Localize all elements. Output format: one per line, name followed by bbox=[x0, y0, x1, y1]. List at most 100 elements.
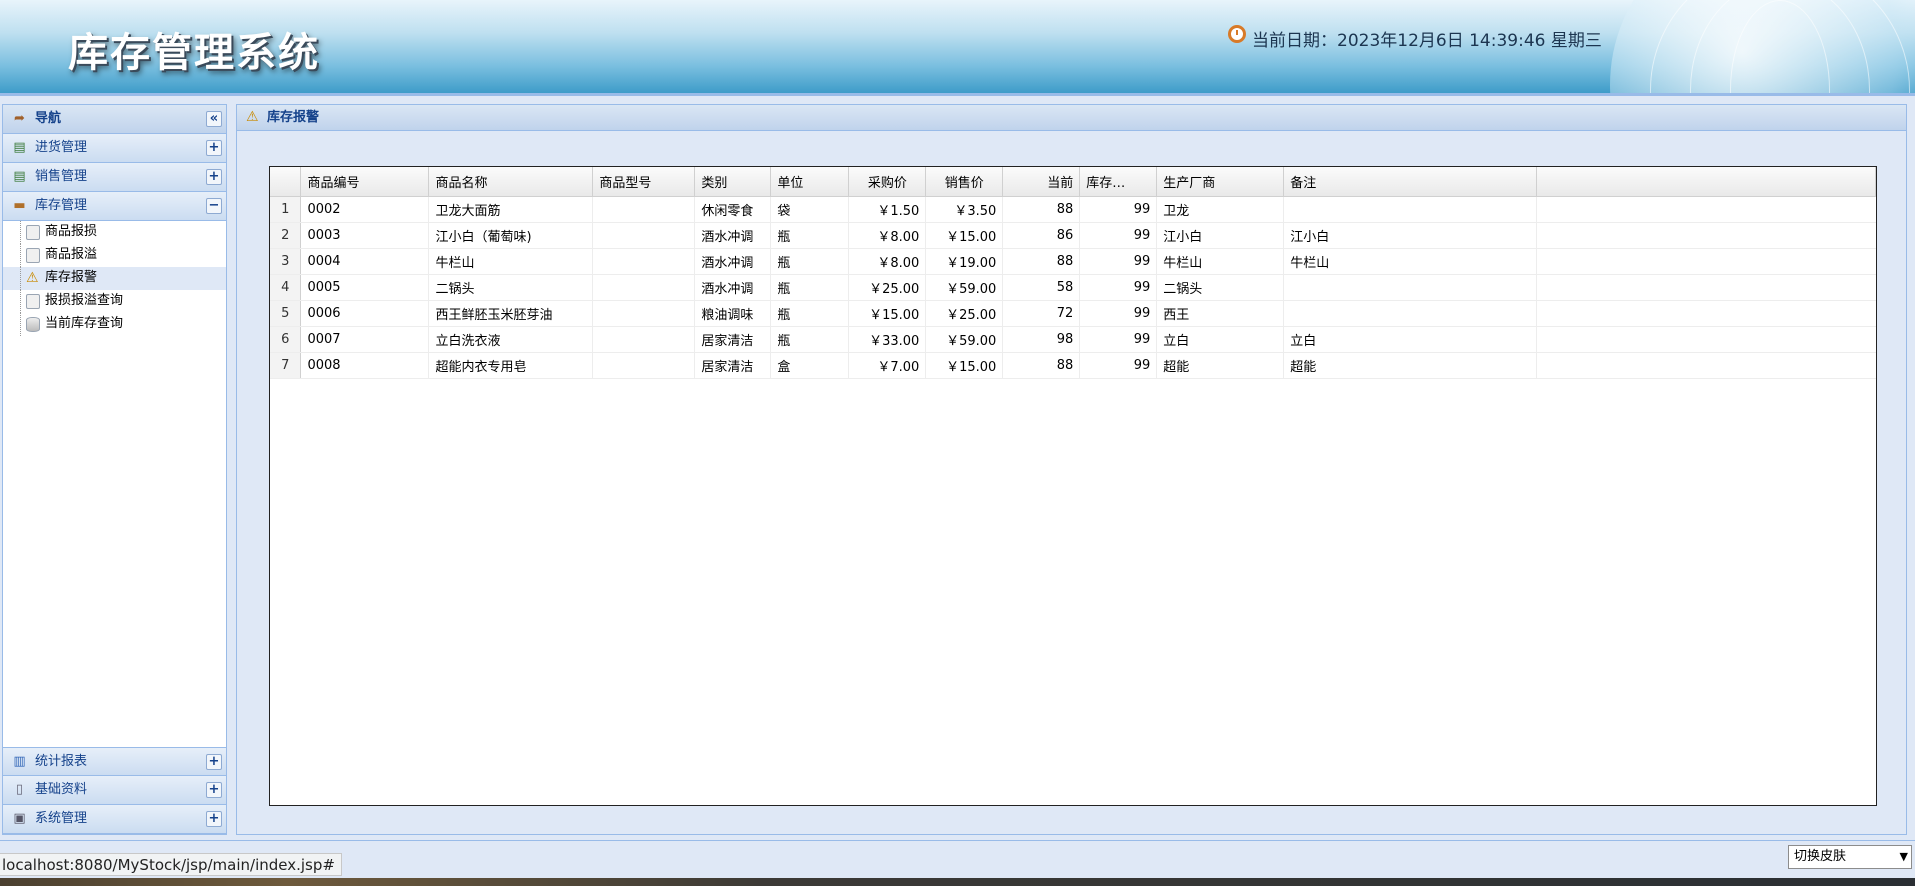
cell-name: 立白洗衣液 bbox=[428, 326, 594, 353]
skin-select-value: 切换皮肤 bbox=[1794, 849, 1847, 864]
cell-code: 0007 bbox=[300, 326, 430, 353]
column-header[interactable]: 备注 bbox=[1283, 167, 1538, 197]
cell-stock: 88 bbox=[1002, 248, 1081, 275]
cell-limit: 99 bbox=[1079, 300, 1158, 327]
section-purchase[interactable]: ▤ 进货管理 + bbox=[3, 134, 226, 163]
cell-name: 卫龙大面筋 bbox=[428, 196, 594, 223]
cell-maker: 牛栏山 bbox=[1156, 248, 1285, 275]
cell-cost: ￥25.00 bbox=[848, 274, 927, 301]
skin-select[interactable]: 切换皮肤 ▼ bbox=[1788, 845, 1912, 869]
tree-item-label: 库存报警 bbox=[45, 270, 98, 285]
cell-name: 超能内衣专用皂 bbox=[428, 352, 594, 379]
cell-cost: ￥7.00 bbox=[848, 352, 927, 379]
cell-category: 休闲零食 bbox=[694, 196, 772, 223]
cell-price: ￥15.00 bbox=[925, 352, 1004, 379]
cell-limit: 99 bbox=[1079, 274, 1158, 301]
section-label: 销售管理 bbox=[35, 169, 88, 184]
cell-category: 酒水冲调 bbox=[694, 274, 772, 301]
section-sales[interactable]: ▤ 销售管理 + bbox=[3, 163, 226, 192]
cell-code: 0003 bbox=[300, 222, 430, 249]
warning-icon: ⚠ bbox=[26, 270, 39, 286]
section-label: 进货管理 bbox=[35, 140, 88, 155]
cell-model bbox=[592, 274, 696, 301]
column-header[interactable]: 库存… bbox=[1079, 167, 1158, 197]
cell-cost: ￥8.00 bbox=[848, 248, 927, 275]
tree-item-current-stock[interactable]: 当前库存查询 bbox=[3, 313, 226, 336]
section-system[interactable]: ▣ 系统管理 + bbox=[3, 805, 226, 834]
tree-item-label: 报损报溢查询 bbox=[45, 293, 124, 308]
row-number: 2 bbox=[270, 222, 302, 249]
cell-unit: 瓶 bbox=[770, 326, 850, 353]
row-number: 4 bbox=[270, 274, 302, 301]
cell-unit: 瓶 bbox=[770, 274, 850, 301]
table-body: 1 0002 卫龙大面筋 休闲零食袋 ￥1.50 ￥3.50 88 99 卫龙 2 0003 江小白（… bbox=[270, 196, 1876, 379]
expand-button[interactable]: + bbox=[206, 140, 222, 156]
table-header-row: 商品编号 商品名称 商品型号 类别 单位 采购价 销售价 当前 库存… 生产厂商… bbox=[270, 167, 1876, 197]
column-header[interactable]: 生产厂商 bbox=[1156, 167, 1285, 197]
section-base-data[interactable]: ▯ 基础资料 + bbox=[3, 776, 226, 805]
column-header[interactable]: 销售价 bbox=[925, 167, 1004, 197]
warning-icon: ⚠ bbox=[246, 109, 259, 125]
column-header[interactable]: 当前 bbox=[1002, 167, 1081, 197]
os-taskbar bbox=[0, 878, 1915, 886]
column-header[interactable]: 商品型号 bbox=[592, 167, 696, 197]
cell-model bbox=[592, 222, 696, 249]
column-header-filler bbox=[1536, 167, 1876, 197]
document-search-icon bbox=[26, 294, 40, 309]
nav-header: ➦ 导航 « bbox=[3, 105, 226, 134]
collapse-sidebar-button[interactable]: « bbox=[206, 111, 222, 127]
computer-icon: ▣ bbox=[13, 811, 26, 826]
tree-item-overflow-report[interactable]: 商品报溢 bbox=[3, 244, 226, 267]
cell-maker: 卫龙 bbox=[1156, 196, 1285, 223]
column-header[interactable]: 类别 bbox=[694, 167, 772, 197]
row-number-header bbox=[270, 167, 302, 197]
table-row[interactable]: 6 0007 立白洗衣液 居家清洁瓶 ￥33.00 ￥59.00 98 99 立白 立白 bbox=[270, 326, 1876, 353]
expand-button[interactable]: + bbox=[206, 754, 222, 770]
cell-stock: 88 bbox=[1002, 352, 1081, 379]
table-row[interactable]: 4 0005 二锅头 酒水冲调瓶 ￥25.00 ￥59.00 58 99 二锅头 bbox=[270, 274, 1876, 301]
section-inventory[interactable]: ▬ 库存管理 − bbox=[3, 192, 226, 221]
cell-maker: 江小白 bbox=[1156, 222, 1285, 249]
section-reports[interactable]: ▥ 统计报表 + bbox=[3, 747, 226, 776]
cell-code: 0004 bbox=[300, 248, 430, 275]
column-header[interactable]: 商品名称 bbox=[428, 167, 594, 197]
tree-item-report-query[interactable]: 报损报溢查询 bbox=[3, 290, 226, 313]
collapse-button[interactable]: − bbox=[206, 198, 222, 214]
browser-status-url: localhost:8080/MyStock/jsp/main/index.js… bbox=[0, 853, 342, 876]
stock-alarm-table: 商品编号 商品名称 商品型号 类别 单位 采购价 销售价 当前 库存… 生产厂商… bbox=[270, 167, 1876, 379]
tree-item-stock-alarm[interactable]: ⚠ 库存报警 bbox=[3, 267, 226, 290]
sidebar-bottom-sections: ▥ 统计报表 + ▯ 基础资料 + ▣ 系统管理 + bbox=[3, 747, 226, 834]
table-row[interactable]: 7 0008 超能内衣专用皂 居家清洁盒 ￥7.00 ￥15.00 88 99 超能 超能 bbox=[270, 352, 1876, 379]
expand-button[interactable]: + bbox=[206, 811, 222, 827]
column-header[interactable]: 商品编号 bbox=[300, 167, 430, 197]
expand-button[interactable]: + bbox=[206, 782, 222, 798]
cell-model bbox=[592, 300, 696, 327]
row-number: 3 bbox=[270, 248, 302, 275]
app-title: 库存管理系统 bbox=[68, 29, 320, 76]
section-label: 统计报表 bbox=[35, 754, 88, 769]
folder-icon: ▬ bbox=[13, 198, 26, 213]
cell-price: ￥25.00 bbox=[925, 300, 1004, 327]
column-header[interactable]: 单位 bbox=[770, 167, 850, 197]
cell-maker: 立白 bbox=[1156, 326, 1285, 353]
cell-stock: 88 bbox=[1002, 196, 1081, 223]
row-number: 6 bbox=[270, 326, 302, 353]
column-header[interactable]: 采购价 bbox=[848, 167, 927, 197]
navigation-sidebar: ➦ 导航 « ▤ 进货管理 + ▤ 销售管理 + ▬ 库存管理 − 商品报损 商… bbox=[2, 104, 227, 835]
cell-filler bbox=[1536, 352, 1876, 379]
table-row[interactable]: 5 0006 西王鲜胚玉米胚芽油 粮油调味瓶 ￥15.00 ￥25.00 72 99 西王 bbox=[270, 300, 1876, 327]
table-row[interactable]: 1 0002 卫龙大面筋 休闲零食袋 ￥1.50 ￥3.50 88 99 卫龙 bbox=[270, 196, 1876, 223]
cell-code: 0008 bbox=[300, 352, 430, 379]
expand-button[interactable]: + bbox=[206, 169, 222, 185]
cell-maker: 西王 bbox=[1156, 300, 1285, 327]
document-icon: ▯ bbox=[15, 782, 24, 797]
table-row[interactable]: 2 0003 江小白（葡萄味) 酒水冲调瓶 ￥8.00 ￥15.00 86 99 江小白 江小白 bbox=[270, 222, 1876, 249]
document-plus-icon bbox=[26, 248, 40, 263]
table-row[interactable]: 3 0004 牛栏山 酒水冲调瓶 ￥8.00 ￥19.00 88 99 牛栏山 牛栏山 bbox=[270, 248, 1876, 275]
panel-header: ⚠ 库存报警 bbox=[237, 105, 1906, 131]
tree-item-damage-report[interactable]: 商品报损 bbox=[3, 221, 226, 244]
tree-item-label: 当前库存查询 bbox=[45, 316, 124, 331]
cell-filler bbox=[1536, 248, 1876, 275]
cell-code: 0006 bbox=[300, 300, 430, 327]
cell-unit: 瓶 bbox=[770, 300, 850, 327]
